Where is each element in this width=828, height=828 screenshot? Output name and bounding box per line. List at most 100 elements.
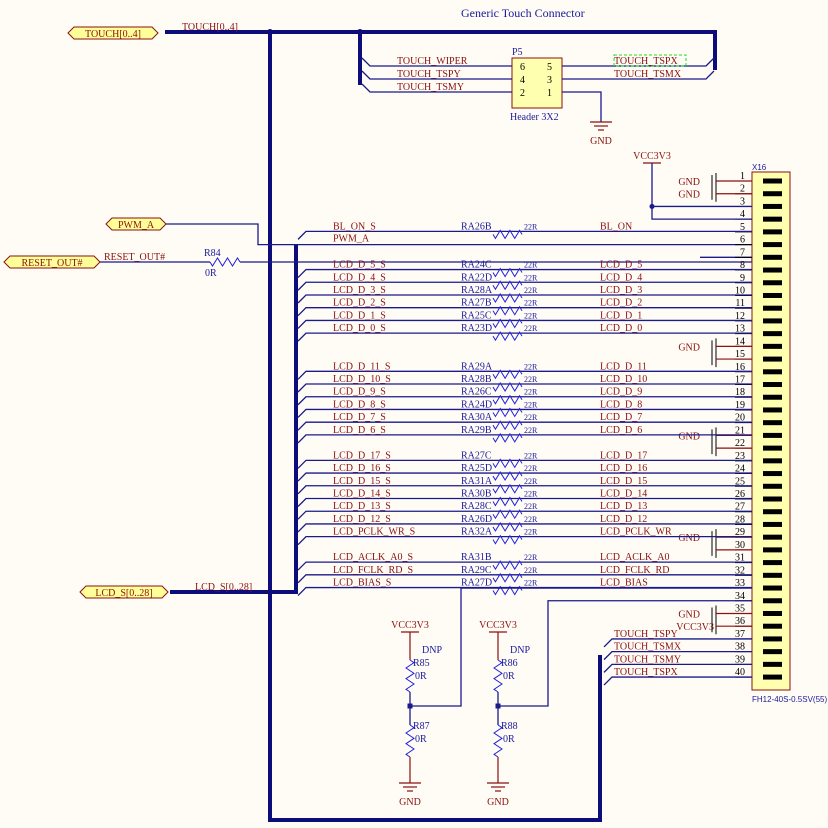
connector-pin <box>763 432 782 438</box>
signal-left-net: LCD_D_14_S <box>333 489 391 500</box>
divider-bottom-ref: R87 <box>413 721 430 732</box>
resistor-ref: RA22D <box>461 272 492 283</box>
resistor-ref: RA25D <box>461 463 492 474</box>
resistor-value: 22R <box>524 515 538 524</box>
dnp-label: DNP <box>422 645 442 656</box>
resistor-ref: RA24C <box>461 260 492 271</box>
connector-pin <box>763 471 782 477</box>
header-right-net: TOUCH_TSPX <box>614 56 678 67</box>
signal-left-net: LCD_D_16_S <box>333 463 391 474</box>
connector-pin <box>763 343 782 349</box>
signal-left-net: LCD_D_10_S <box>333 374 391 385</box>
resistor-value: 22R <box>524 566 538 575</box>
divider-gnd-label: GND <box>487 797 509 808</box>
signal-right-net: LCD_PCLK_WR <box>600 527 672 538</box>
resistor-ref: RA27C <box>461 450 492 461</box>
signal-wire <box>297 332 752 342</box>
divider-top-ref: R86 <box>501 658 518 669</box>
resistor-value: 22R <box>524 490 538 499</box>
signal-left-net: LCD_D_8_S <box>333 399 386 410</box>
header-left-net: TOUCH_WIPER <box>397 56 468 67</box>
signal-right-net: LCD_D_1 <box>600 310 642 321</box>
connector-pin <box>763 331 782 337</box>
signal-right-net: LCD_ACLK_A0 <box>600 552 669 563</box>
divider-top-value: 0R <box>415 671 427 682</box>
resistor-ref: RA31A <box>461 476 493 487</box>
gnd-label: GND <box>678 177 700 188</box>
resistor-value: 22R <box>524 464 538 473</box>
pin-number: 14 <box>735 336 745 347</box>
resistor-value: 22R <box>524 222 538 231</box>
connector-pin <box>763 292 782 298</box>
resistor-ref: RA29A <box>461 361 493 372</box>
divider-top-value: 0R <box>503 671 515 682</box>
connector-pin <box>763 661 782 667</box>
divider-bottom-value: 0R <box>415 734 427 745</box>
resistor-ref: RA29B <box>461 425 492 436</box>
signal-left-net: LCD_D_12_S <box>333 514 391 525</box>
connector-pin <box>763 229 782 235</box>
signal-right-net: LCD_D_2 <box>600 298 642 309</box>
header-left-net: TOUCH_TSPY <box>397 69 461 80</box>
connector-pin <box>763 483 782 489</box>
signal-right-net: LCD_D_8 <box>600 399 642 410</box>
touch-bus-vertical <box>268 32 602 822</box>
signal-left-net: LCD_D_11_S <box>333 361 390 372</box>
signal-right-net: LCD_D_17 <box>600 450 647 461</box>
connector-pin <box>763 547 782 553</box>
touch-net-label: TOUCH_TSMX <box>614 642 682 653</box>
resistor-ref: RA28A <box>461 285 493 296</box>
gnd-label: GND <box>678 342 700 353</box>
pin-number: 1 <box>740 171 745 182</box>
resistor-ref: RA26C <box>461 387 492 398</box>
signal-left-net: LCD_D_9_S <box>333 387 386 398</box>
resistor-ref: RA29C <box>461 565 492 576</box>
signal-left-net: LCD_D_5_S <box>333 260 386 271</box>
lcd-bus <box>170 245 298 594</box>
connector-pin <box>763 572 782 578</box>
resistor-ref: RA26D <box>461 514 492 525</box>
pin-number: 36 <box>735 616 745 627</box>
signal-left-net: LCD_PCLK_WR_S <box>333 527 415 538</box>
resistor-value: 22R <box>524 553 538 562</box>
pwm-port-label: PWM_A <box>118 220 155 231</box>
divider-signal-wire <box>410 587 752 707</box>
resistor-value: 22R <box>524 261 538 270</box>
r84-ref: R84 <box>204 248 221 259</box>
connector-part: FH12-40S-0.5SV(55) <box>752 695 827 704</box>
signal-left-net: LCD_D_13_S <box>333 501 391 512</box>
resistor-ref: RA27D <box>461 578 492 589</box>
signal-left-net: LCD_D_6_S <box>333 425 386 436</box>
reset-wire-2 <box>240 257 753 263</box>
bus-junction <box>357 29 363 35</box>
divider-top-ref: R85 <box>413 658 430 669</box>
connector-pin <box>763 369 782 375</box>
connector-pin <box>763 610 782 616</box>
dnp-label: DNP <box>510 645 530 656</box>
touch-wire <box>603 676 752 686</box>
touch-net-label: TOUCH_TSPX <box>614 667 678 678</box>
resistor-value: 22R <box>524 362 538 371</box>
signal-right-net: BL_ON <box>600 221 632 232</box>
connector-pin <box>763 191 782 197</box>
connector-pin <box>763 382 782 388</box>
header-gnd-label: GND <box>590 136 612 147</box>
reset-net-label: RESET_OUT# <box>104 252 165 263</box>
signal-right-net: LCD_D_6 <box>600 425 642 436</box>
connector-pin <box>763 649 782 655</box>
bus-junction <box>267 29 273 35</box>
connector-pin <box>763 585 782 591</box>
gnd-label: GND <box>678 609 700 620</box>
resistor-value: 22R <box>524 477 538 486</box>
resistor-value: 22R <box>524 400 538 409</box>
schematic: Generic Touch Connector TOUCH[0..4] LCD_S… <box>3 6 827 822</box>
resistor-ref: RA25C <box>461 310 492 321</box>
connector-ref: X16 <box>752 163 767 172</box>
resistor-ref: RA23D <box>461 323 492 334</box>
connector-pin <box>763 356 782 362</box>
lcd-bus-label: LCD_S[0..28] <box>195 582 252 593</box>
resistor-value: 22R <box>524 426 538 435</box>
resistor-ref: RA30B <box>461 489 492 500</box>
signal-left-net: LCD_D_2_S <box>333 298 386 309</box>
gnd-label: GND <box>678 190 700 201</box>
